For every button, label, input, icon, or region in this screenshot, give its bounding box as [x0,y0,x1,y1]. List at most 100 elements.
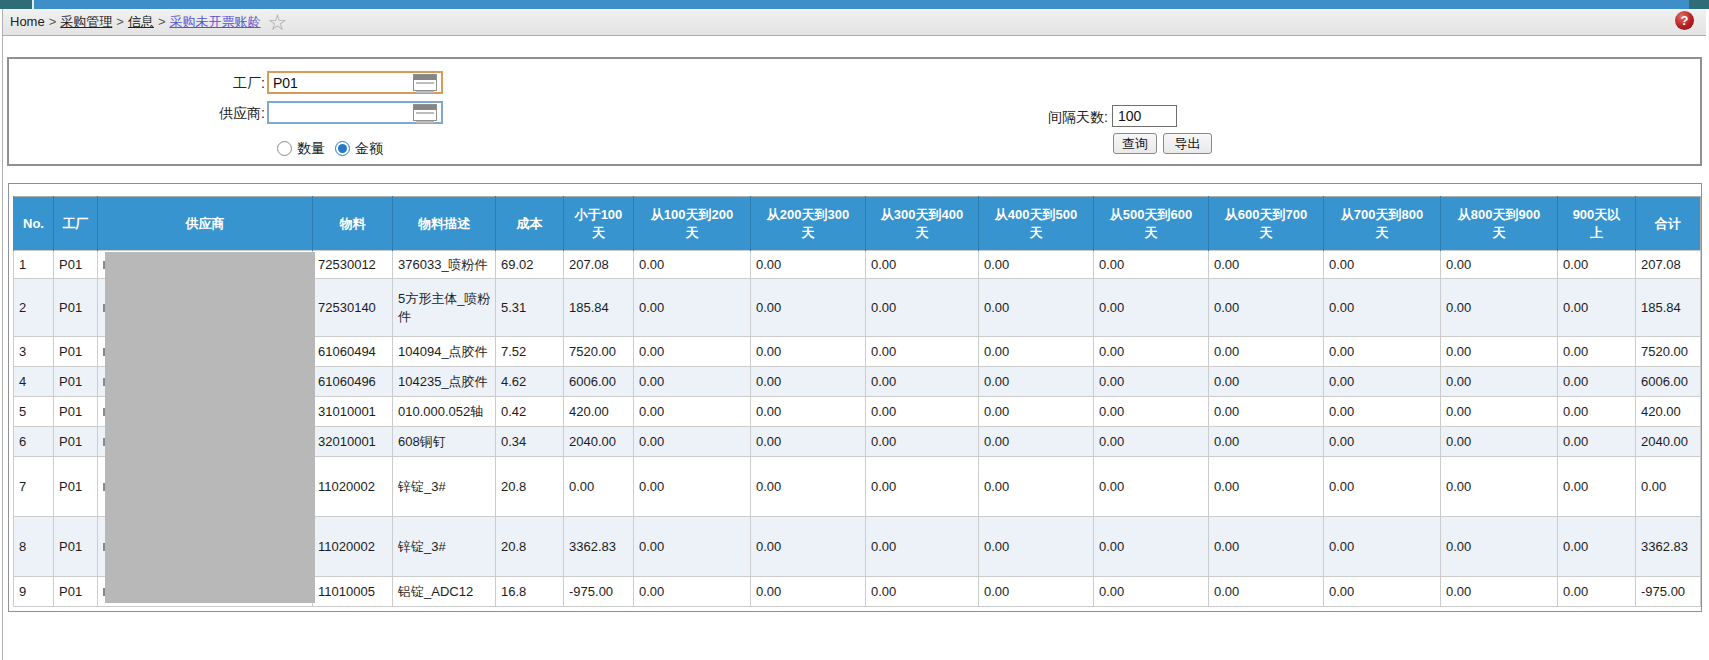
radio-quantity-label: 数量 [297,140,325,156]
column-header: 从300天到400 天 [866,197,979,251]
table-cell: 207.08 [564,251,634,279]
interval-days-input[interactable]: 100 [1112,105,1177,127]
factory-input[interactable]: P01 [267,71,443,94]
table-cell: 11020002 [313,457,393,517]
table-cell: 72530012 [313,251,393,279]
table-cell: 2040.00 [1636,427,1701,457]
table-cell: 0.00 [1441,427,1558,457]
table-cell: 3362.83 [564,517,634,577]
table-cell: 11010005 [313,577,393,607]
table-cell: 2 [14,279,54,337]
table-cell: 376033_喷粉件 [393,251,496,279]
table-cell: 0.00 [979,279,1094,337]
table-cell: P01 [54,337,98,367]
table-cell: P01 [54,397,98,427]
top-strip-left-block [0,0,34,9]
table-cell: 0.00 [866,457,979,517]
table-cell: 69.02 [496,251,564,279]
table-cell: 0.00 [1558,517,1636,577]
table-cell: 9 [14,577,54,607]
table-cell: 0.00 [564,457,634,517]
table-cell: 0.00 [979,367,1094,397]
table-cell: 0.00 [1558,427,1636,457]
table-cell: 0.00 [751,367,866,397]
table-cell: 0.00 [1094,517,1209,577]
table-cell: 5 [14,397,54,427]
table-cell: 1 [14,251,54,279]
table-cell: 0.00 [1094,251,1209,279]
table-cell: 0.00 [1209,279,1324,337]
radio-amount[interactable] [335,141,350,156]
radio-quantity[interactable] [277,141,292,156]
table-cell: 0.00 [866,517,979,577]
table-cell: 7520.00 [1636,337,1701,367]
query-button[interactable]: 查询 [1113,133,1157,154]
breadcrumb: Home>采购管理>信息>采购未开票账龄☆? [3,9,1706,36]
column-header: 从400天到500 天 [979,197,1094,251]
table-cell: P01 [54,279,98,337]
filter-panel: 工厂: P01 供应商: 数量金额 间隔天数: 100 查询 导出 [7,57,1702,166]
breadcrumb-purchase-mgmt[interactable]: 采购管理 [60,14,112,29]
table-cell: 0.00 [1441,517,1558,577]
column-header: 从700天到800 天 [1324,197,1441,251]
table-cell: 0.00 [751,577,866,607]
table-cell: 3 [14,337,54,367]
table-cell: 0.00 [1324,517,1441,577]
lookup-table-icon[interactable] [413,74,437,91]
table-cell: 31010001 [313,397,393,427]
table-cell: 8 [14,517,54,577]
table-cell: 铝锭_ADC12 [393,577,496,607]
table-cell: 0.00 [751,397,866,427]
table-cell: -975.00 [1636,577,1701,607]
column-header: 物料描述 [393,197,496,251]
table-cell: 0.00 [1324,367,1441,397]
table-cell: 0.00 [1094,397,1209,427]
table-cell: 010.000.052轴 [393,397,496,427]
table-cell: 0.00 [1209,427,1324,457]
table-cell: 0.00 [1209,517,1324,577]
factory-input-value: P01 [273,74,298,92]
breadcrumb-separator: > [116,14,124,29]
breadcrumb-info[interactable]: 信息 [128,14,154,29]
table-cell: 7 [14,457,54,517]
table-cell: 0.00 [1209,397,1324,427]
lookup-table-icon[interactable] [413,104,437,121]
favorite-star-icon[interactable]: ☆ [267,10,287,35]
table-cell: 6006.00 [1636,367,1701,397]
table-cell: 锌锭_3# [393,457,496,517]
breadcrumb-home[interactable]: Home [10,14,45,29]
supplier-redaction-overlay [105,252,315,603]
column-header: 从200天到300 天 [751,197,866,251]
table-cell: 0.00 [1094,457,1209,517]
column-header: 从100天到200 天 [634,197,751,251]
table-cell: 0.00 [866,279,979,337]
table-cell: 6006.00 [564,367,634,397]
table-cell: 锌锭_3# [393,517,496,577]
table-cell: 0.00 [866,427,979,457]
table-cell: 20.8 [496,517,564,577]
table-cell: 0.00 [979,427,1094,457]
interval-days-label: 间隔天数: [959,107,1108,128]
table-cell: P01 [54,457,98,517]
table-cell: 185.84 [564,279,634,337]
supplier-input[interactable] [267,101,443,124]
table-cell: 0.00 [1094,279,1209,337]
table-cell: 0.00 [1441,251,1558,279]
table-cell: 0.00 [1558,457,1636,517]
column-header: 供应商 [98,197,313,251]
breadcrumb-separator: > [49,14,57,29]
help-icon[interactable]: ? [1675,11,1694,30]
breadcrumb-current-page[interactable]: 采购未开票账龄 [169,14,260,29]
column-header: 合计 [1636,197,1701,251]
table-cell: 2040.00 [564,427,634,457]
export-button[interactable]: 导出 [1163,133,1212,154]
column-header: 从600天到700 天 [1209,197,1324,251]
column-header: 物料 [313,197,393,251]
table-cell: 0.00 [1441,577,1558,607]
table-cell: 0.00 [1209,367,1324,397]
table-cell: 0.00 [1558,279,1636,337]
factory-label: 工厂: [129,73,265,93]
table-cell: 0.00 [1094,337,1209,367]
column-header: No. [14,197,54,251]
table-cell: 0.00 [634,337,751,367]
